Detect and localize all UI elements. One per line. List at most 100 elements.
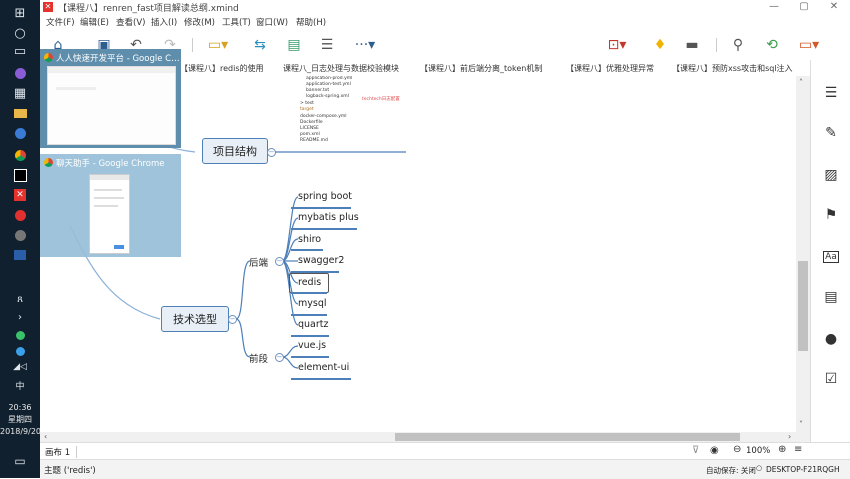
collapse-backend-icon[interactable]: − [275, 257, 284, 266]
xmind-icon[interactable]: ✕ [8, 186, 32, 204]
scroll-down-icon[interactable]: ˅ [799, 420, 803, 429]
leaf-spring-boot[interactable]: spring boot [298, 191, 352, 202]
app-gray-icon[interactable] [8, 226, 32, 244]
menu-insert[interactable]: 插入(I) [151, 16, 177, 28]
menu-window[interactable]: 窗口(W) [256, 16, 288, 28]
tab-xss[interactable]: 【课程八】预防xss攻击和sql注入 [672, 63, 793, 74]
boundary-icon[interactable]: ▤ [284, 36, 304, 54]
vertical-scroll-thumb[interactable] [798, 261, 808, 351]
topic-project-structure[interactable]: 项目结构 [202, 138, 268, 164]
file-explorer-icon[interactable] [8, 104, 32, 122]
menu-tools[interactable]: 工具(T) [222, 16, 251, 28]
leaf-quartz[interactable]: quartz [298, 319, 329, 330]
more-icon[interactable]: ···▾ [350, 36, 380, 54]
subtopic-backend[interactable]: 后端 [249, 255, 268, 269]
view-eye-icon[interactable]: ◉ [710, 445, 719, 456]
search-icon[interactable]: ○ [8, 24, 32, 42]
minimize-button[interactable]: — [762, 0, 786, 14]
file-tree-item: application-test.yml [306, 82, 351, 87]
chrome-icon [44, 158, 53, 167]
format-brush-icon[interactable]: ✎ [822, 124, 840, 142]
computer-icon: ○ [756, 464, 763, 472]
fit-menu-icon[interactable]: ≡ [794, 444, 802, 455]
collapse-tech-selection-icon[interactable]: − [228, 315, 237, 324]
idea-icon[interactable]: ♦ [650, 36, 670, 54]
subtopic-frontend[interactable]: 前段 [249, 351, 268, 365]
scroll-right-icon[interactable]: › [788, 432, 791, 441]
menu-view[interactable]: 查看(V) [116, 16, 145, 28]
ime-indicator[interactable]: 中 [8, 376, 32, 394]
marker-flag-icon[interactable]: ⚑ [822, 206, 840, 224]
task-icon[interactable]: ☑ [822, 370, 840, 388]
sheet-tab[interactable]: 画布 1 [45, 446, 78, 458]
chevron-up-icon[interactable]: › [8, 308, 32, 326]
export-icon[interactable]: ▭▾ [796, 36, 822, 54]
scroll-left-icon[interactable]: ‹ [44, 432, 47, 441]
chrome-preview-1[interactable]: 人人快速开发平台 - Google C… [40, 49, 181, 148]
horizontal-scrollbar[interactable]: ‹ › [40, 432, 810, 442]
presentation-icon[interactable]: ⊡▾ [606, 36, 628, 54]
zoom-out-icon[interactable]: ⊖ [733, 444, 741, 455]
horizontal-scroll-thumb[interactable] [395, 433, 740, 441]
notes-icon[interactable]: ▬ [682, 36, 702, 54]
app-purple-icon[interactable] [8, 64, 32, 82]
volume-network-icon[interactable]: ◢◁ [8, 358, 32, 376]
project-structure-image[interactable]: application-prod.yml application-test.ym… [280, 76, 407, 150]
menu-help[interactable]: 帮助(H) [296, 16, 326, 28]
vertical-scrollbar[interactable]: ˄ ˅ [796, 76, 810, 432]
image-icon[interactable]: ▨ [822, 166, 840, 184]
record-icon[interactable] [8, 206, 32, 224]
leaf-mysql[interactable]: mysql [298, 298, 327, 309]
status-bar: 主题 ('redis') 自动保存: 关闭 ○ DESKTOP-F21RQGH [40, 459, 850, 479]
powershell-icon[interactable] [8, 246, 32, 264]
zoom-search-icon[interactable]: ⚲ [728, 36, 748, 54]
leaf-redis[interactable]: redis [298, 277, 321, 288]
collapse-frontend-icon[interactable]: − [275, 353, 284, 362]
tab-redis[interactable]: 【课程八】redis的使用 [180, 63, 264, 74]
collapse-project-structure-icon[interactable]: − [267, 148, 276, 157]
chrome-icon[interactable] [8, 146, 32, 164]
scroll-up-icon[interactable]: ˄ [799, 78, 803, 87]
menu-file[interactable]: 文件(F) [46, 16, 75, 28]
zoom-in-icon[interactable]: ⊕ [778, 444, 786, 455]
chrome-preview-2[interactable]: 聊天助手 - Google Chrome [40, 154, 181, 257]
intellij-icon[interactable] [8, 166, 32, 184]
topic-tech-selection[interactable]: 技术选型 [161, 306, 229, 332]
leaf-swagger2[interactable]: swagger2 [298, 255, 344, 266]
topic-icon[interactable]: ▭▾ [206, 36, 230, 54]
menu-modify[interactable]: 修改(M) [184, 16, 215, 28]
comments-icon[interactable]: ● [822, 330, 840, 348]
outline-icon[interactable]: ☰ [822, 84, 840, 102]
style-icon[interactable]: Aa [822, 248, 840, 266]
app-blue-icon[interactable] [8, 124, 32, 142]
tab-exception[interactable]: 【课程八】优雅处理异常 [566, 63, 654, 74]
relationship-icon[interactable]: ⇆ [250, 36, 270, 54]
menu-bar: 文件(F) 编辑(E) 查看(V) 插入(I) 修改(M) 工具(T) 窗口(W… [40, 14, 850, 30]
windows-start-icon[interactable]: ⊞ [8, 4, 32, 22]
notification-icon[interactable]: ▭ [8, 452, 32, 470]
windows-taskbar: ⊞ ○ ▭ ▦ ✕ ጸ › ◢◁ 中 20:36 星期四 2018/9/20 ▭ [0, 0, 41, 478]
preview-title: 人人快速开发平台 - Google C… [56, 54, 180, 64]
calculator-icon[interactable]: ▦ [8, 84, 32, 102]
people-icon[interactable]: ጸ [8, 290, 32, 308]
filter-icon[interactable]: ⊽ [692, 445, 699, 456]
leaf-mybatis-plus[interactable]: mybatis plus [298, 212, 359, 223]
share-icon[interactable]: ⟲ [762, 36, 782, 54]
zoom-level[interactable]: 100% [746, 446, 770, 456]
tab-token[interactable]: 【课程八】前后端分离_token机制 [420, 63, 542, 74]
file-tree-item: pom.xml [300, 132, 320, 137]
leaf-vue-js[interactable]: vue.js [298, 340, 326, 351]
restore-button[interactable]: ▢ [792, 0, 816, 14]
autosave-status[interactable]: 自动保存: 关闭 [706, 465, 756, 476]
leaf-shiro[interactable]: shiro [298, 234, 321, 245]
tab-logging[interactable]: 课程八_日志处理与数据校验模块 [283, 63, 399, 74]
task-view-icon[interactable]: ▭ [8, 42, 32, 60]
notes-page-icon[interactable]: ▤ [822, 288, 840, 306]
leaf-element-ui[interactable]: element-ui [298, 362, 349, 373]
clock[interactable]: 20:36 星期四 2018/9/20 [0, 402, 41, 438]
summary-icon[interactable]: ☰ [316, 36, 338, 54]
close-button[interactable]: ✕ [822, 0, 846, 14]
window-title: 【课程八】renren_fast项目解读总纲.xmind [58, 4, 239, 14]
xmind-logo-icon: ✕ [43, 2, 53, 12]
menu-edit[interactable]: 编辑(E) [80, 16, 109, 28]
